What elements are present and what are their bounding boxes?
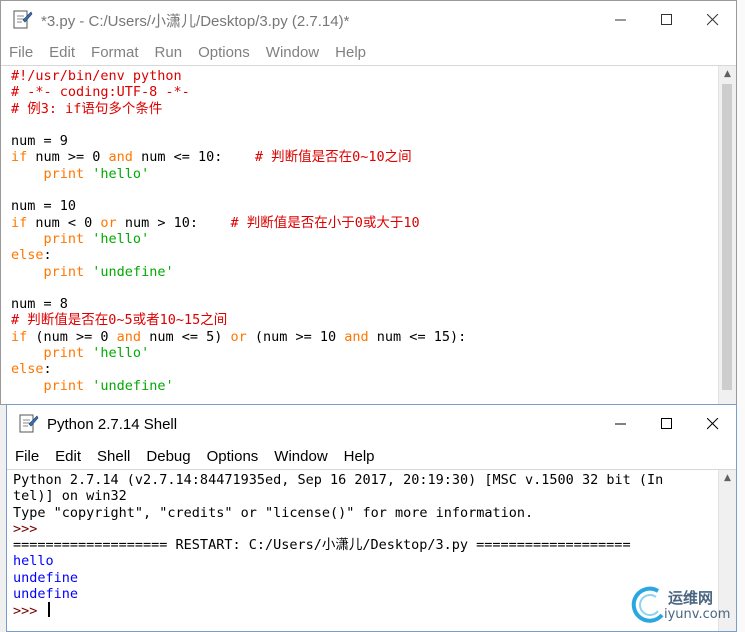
code-line: Type "copyright", "credits" or "license(… xyxy=(13,504,534,521)
editor-menu-run[interactable]: Run xyxy=(147,44,191,61)
minimize-icon xyxy=(615,19,626,21)
editor-menubar: File Edit Format Run Options Window Help xyxy=(1,39,736,65)
shell-maximize-button[interactable] xyxy=(644,405,690,443)
code-line: undefine xyxy=(13,569,79,586)
code-line: else: xyxy=(11,247,52,264)
editor-title: *3.py - C:/Users/小潇儿/Desktop/3.py (2.7.1… xyxy=(41,12,350,30)
editor-menu-format[interactable]: Format xyxy=(83,44,147,61)
code-line: # -*- coding:UTF-8 -*- xyxy=(11,84,190,101)
code-line: num = 9 xyxy=(11,133,68,150)
shell-menubar: File Edit Shell Debug Options Window Help xyxy=(7,443,736,469)
shell-menu-shell[interactable]: Shell xyxy=(89,448,138,465)
code-line: num = 8 xyxy=(11,296,68,313)
shell-menu-help[interactable]: Help xyxy=(336,448,383,465)
code-line: #!/usr/bin/env python xyxy=(11,68,182,84)
shell-menu-options[interactable]: Options xyxy=(199,448,267,465)
shell-menu-file[interactable]: File xyxy=(7,448,47,465)
text-cursor xyxy=(47,602,50,618)
editor-menu-help[interactable]: Help xyxy=(327,44,374,61)
background-strip xyxy=(737,0,745,632)
code-line: tel)] on win32 xyxy=(13,488,127,505)
editor-menu-window[interactable]: Window xyxy=(258,44,327,61)
code-line: undefine xyxy=(13,586,79,603)
editor-code: #!/usr/bin/env python # -*- coding:UTF-8 … xyxy=(11,68,466,394)
editor-window: *3.py - C:/Users/小潇儿/Desktop/3.py (2.7.1… xyxy=(0,0,737,405)
python-shell-icon xyxy=(17,413,39,435)
code-line: hello xyxy=(13,553,54,570)
code-line: # 判断值是否在0~5或者10~15之间 xyxy=(11,312,228,329)
watermark-title: 运维网 xyxy=(668,589,714,607)
code-line: =================== RESTART: C:/Users/小潇… xyxy=(13,537,631,554)
shell-minimize-button[interactable] xyxy=(598,405,644,443)
watermark-logo: 运维网 iyunv.com xyxy=(628,585,731,627)
code-line: >>> xyxy=(13,520,46,537)
code-line: print 'hello' xyxy=(43,230,150,247)
editor-menu-file[interactable]: File xyxy=(1,44,41,61)
code-line: if num < 0 or num > 10: # 判断值是否在小于0或大于10 xyxy=(11,214,420,231)
scroll-up-arrow-icon[interactable]: ▲ xyxy=(719,470,736,486)
code-line: # 例3: if语句多个条件 xyxy=(11,100,163,117)
code-line: else: xyxy=(11,361,52,378)
python-file-icon xyxy=(11,9,33,31)
code-line: >>> xyxy=(13,602,663,619)
code-line: Python 2.7.14 (v2.7.14:84471935ed, Sep 1… xyxy=(13,472,664,488)
watermark-swirl-icon xyxy=(631,586,664,623)
shell-titlebar[interactable]: Python 2.7.14 Shell xyxy=(7,405,736,443)
minimize-button[interactable] xyxy=(598,1,644,39)
code-line: print 'undefine' xyxy=(43,377,174,394)
shell-menu-window[interactable]: Window xyxy=(266,448,335,465)
shell-menu-debug[interactable]: Debug xyxy=(138,448,198,465)
close-icon xyxy=(707,418,719,430)
editor-menu-edit[interactable]: Edit xyxy=(41,44,83,61)
code-line: if num >= 0 and num <= 10: # 判断值是否在0~10之… xyxy=(11,149,412,166)
maximize-icon xyxy=(661,418,672,429)
shell-title: Python 2.7.14 Shell xyxy=(47,415,178,433)
minimize-icon xyxy=(615,423,626,425)
shell-output: Python 2.7.14 (v2.7.14:84471935ed, Sep 1… xyxy=(13,472,663,620)
editor-titlebar[interactable]: *3.py - C:/Users/小潇儿/Desktop/3.py (2.7.1… xyxy=(1,1,736,39)
shell-window: Python 2.7.14 Shell File Edit Shell Debug Op… xyxy=(6,404,737,632)
close-icon xyxy=(707,14,719,26)
code-line: print 'hello' xyxy=(43,345,150,362)
editor-menu-options[interactable]: Options xyxy=(190,44,258,61)
shell-close-button[interactable] xyxy=(690,405,736,443)
code-line: if (num >= 0 and num <= 5) or (num >= 10… xyxy=(11,328,467,345)
shell-text-area[interactable]: Python 2.7.14 (v2.7.14:84471935ed, Sep 1… xyxy=(7,469,736,631)
code-line: print 'undefine' xyxy=(43,263,174,280)
watermark-url: iyunv.com xyxy=(664,607,731,622)
code-line: num = 10 xyxy=(11,198,77,215)
shell-menu-edit[interactable]: Edit xyxy=(47,448,89,465)
code-line: print 'hello' xyxy=(43,165,150,182)
scroll-up-arrow-icon[interactable]: ▲ xyxy=(719,66,736,82)
maximize-button[interactable] xyxy=(644,1,690,39)
maximize-icon xyxy=(661,14,672,25)
close-button[interactable] xyxy=(690,1,736,39)
editor-text-area[interactable]: #!/usr/bin/env python # -*- coding:UTF-8 … xyxy=(1,65,736,404)
scrollbar-thumb[interactable] xyxy=(722,84,732,390)
editor-scrollbar[interactable]: ▲ xyxy=(718,66,736,404)
